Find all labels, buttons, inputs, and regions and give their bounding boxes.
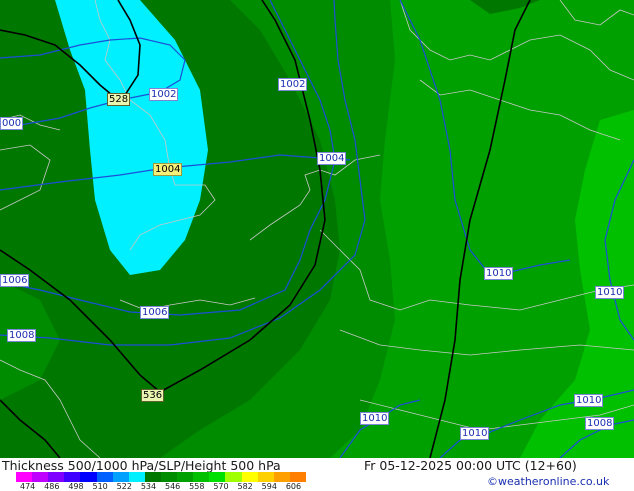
color-scale-swatch bbox=[96, 472, 113, 482]
isobar-label: 1004 bbox=[153, 163, 183, 176]
color-scale-swatch bbox=[160, 472, 178, 482]
color-scale-swatch bbox=[144, 472, 161, 482]
isobar-label: 1002 bbox=[149, 88, 179, 101]
color-scale-swatch bbox=[289, 472, 306, 482]
color-scale-swatch bbox=[80, 472, 97, 482]
isobar-label: 1010 bbox=[484, 267, 514, 280]
legend-bar: Thickness 500/1000 hPa/SLP/Height 500 hP… bbox=[0, 458, 634, 491]
isobar-label: 1002 bbox=[278, 78, 308, 91]
color-scale-swatch bbox=[225, 472, 242, 482]
color-scale-swatch bbox=[273, 472, 290, 482]
color-scale-swatch bbox=[64, 472, 81, 482]
isobar-label: 1010 bbox=[360, 412, 390, 425]
color-scale-swatch bbox=[193, 472, 210, 482]
credit-link[interactable]: ©weatheronline.co.uk bbox=[487, 475, 609, 488]
isobar-label: 1010 bbox=[460, 427, 490, 440]
thickness-label: 536 bbox=[141, 389, 165, 402]
color-scale-swatch bbox=[48, 472, 65, 482]
color-scale-swatch bbox=[16, 472, 33, 482]
isobar-label: 1008 bbox=[585, 417, 615, 430]
isobar-label: 1006 bbox=[140, 306, 170, 319]
isobar-label: 000 bbox=[0, 117, 24, 130]
thickness-label: 528 bbox=[107, 93, 131, 106]
color-scale-swatch bbox=[177, 472, 194, 482]
color-scale-swatch bbox=[128, 472, 145, 482]
color-scale-swatch bbox=[241, 472, 258, 482]
isobar-label: 1008 bbox=[7, 329, 37, 342]
map-canvas bbox=[0, 0, 634, 458]
isobar-label: 1004 bbox=[317, 152, 347, 165]
isobar-label: 1010 bbox=[574, 394, 604, 407]
weather-map: 1002 1002 1004 1004 000 1006 1006 1008 1… bbox=[0, 0, 634, 458]
color-scale bbox=[16, 472, 306, 482]
color-scale-swatch bbox=[209, 472, 226, 482]
map-title: Thickness 500/1000 hPa/SLP/Height 500 hP… bbox=[2, 458, 281, 473]
forecast-datetime: Fr 05-12-2025 00:00 UTC (12+60) bbox=[364, 458, 577, 473]
color-scale-swatch bbox=[257, 472, 274, 482]
isobar-label: 1006 bbox=[0, 274, 30, 287]
color-scale-swatch bbox=[112, 472, 129, 482]
isobar-label: 1010 bbox=[595, 286, 625, 299]
color-scale-swatch bbox=[32, 472, 49, 482]
